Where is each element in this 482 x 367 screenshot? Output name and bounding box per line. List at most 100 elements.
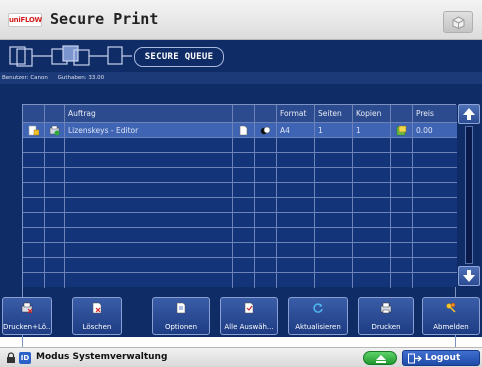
scroll-up-button[interactable] (458, 104, 480, 124)
row-color-cell (255, 123, 277, 138)
lock-icon (7, 352, 15, 363)
empty-cell (353, 183, 391, 198)
col-header-status (45, 105, 65, 122)
empty-cell (255, 153, 277, 168)
empty-cell (413, 168, 457, 183)
refresh-icon (313, 303, 323, 313)
empty-cell (353, 198, 391, 213)
arrow-up-icon (463, 108, 475, 120)
delete-label: Löschen (82, 323, 112, 331)
options-label: Optionen (164, 323, 198, 331)
empty-cell (353, 243, 391, 258)
refresh-button[interactable]: Aktualisieren (288, 297, 348, 335)
col-header-job[interactable]: Auftrag (65, 105, 233, 122)
col-header-copies[interactable]: Kopien (353, 105, 391, 122)
empty-cell (233, 153, 255, 168)
print-delete-button[interactable]: Drucken+Lö... (2, 297, 52, 335)
empty-cell (45, 153, 65, 168)
empty-cell (391, 213, 413, 228)
empty-cell (391, 273, 413, 288)
scroll-track[interactable] (465, 126, 473, 264)
empty-cell (23, 213, 45, 228)
empty-cell (391, 228, 413, 243)
empty-cell (233, 183, 255, 198)
delete-button[interactable]: Löschen (72, 297, 122, 335)
empty-cell (315, 183, 353, 198)
secure-queue-tab[interactable]: SECURE QUEUE (134, 47, 224, 67)
col-header-format[interactable]: Format (277, 105, 315, 122)
empty-cell (45, 183, 65, 198)
corner-button[interactable] (443, 11, 473, 33)
empty-cell (391, 153, 413, 168)
action-bar: Drucken+Lö... Löschen Optionen Alle Ausw… (0, 293, 482, 337)
table-row[interactable] (23, 212, 457, 228)
empty-cell (413, 243, 457, 258)
empty-cell (315, 243, 353, 258)
table-row[interactable] (23, 227, 457, 243)
empty-cell (353, 258, 391, 273)
table-row[interactable] (23, 152, 457, 168)
table-row[interactable] (23, 167, 457, 183)
logout-button[interactable]: Logout (402, 350, 480, 366)
col-header-pages[interactable]: Seiten (315, 105, 353, 122)
empty-cell (353, 153, 391, 168)
empty-cell (45, 168, 65, 183)
empty-cell (277, 153, 315, 168)
row-finishing-cell (391, 123, 413, 138)
empty-cell (315, 258, 353, 273)
empty-cell (233, 273, 255, 288)
empty-cell (45, 273, 65, 288)
empty-cell (255, 168, 277, 183)
empty-cell (45, 138, 65, 153)
table-row[interactable] (23, 257, 457, 273)
empty-cell (353, 138, 391, 153)
arrow-down-icon (463, 270, 475, 282)
table-row[interactable]: Lizenskeys - Editor A4 1 1 0.00 (23, 122, 457, 138)
empty-cell (65, 168, 233, 183)
col-header-price[interactable]: Preis (413, 105, 457, 122)
empty-cell (315, 168, 353, 183)
empty-cell (391, 183, 413, 198)
empty-cell (45, 213, 65, 228)
empty-cell (353, 168, 391, 183)
scroll-down-button[interactable] (458, 266, 480, 286)
options-button[interactable]: Optionen (152, 297, 210, 335)
user-info: Benutzer: Canon Guthaben: 33.00 (0, 72, 482, 84)
empty-cell (255, 138, 277, 153)
empty-cell (255, 198, 277, 213)
empty-cell (45, 228, 65, 243)
empty-cell (65, 228, 233, 243)
table-row[interactable] (23, 242, 457, 258)
select-all-icon (244, 302, 254, 314)
table-row[interactable] (23, 197, 457, 213)
logout-keys-label: Abmelden (433, 323, 469, 331)
refresh-label: Aktualisieren (295, 323, 341, 331)
table-row[interactable] (23, 272, 457, 288)
row-status-cell (45, 123, 65, 138)
eject-button[interactable] (363, 351, 397, 365)
logout-keys-button[interactable]: Abmelden (422, 297, 480, 335)
empty-cell (23, 273, 45, 288)
queue-stack-icon (9, 45, 132, 67)
empty-cell (65, 243, 233, 258)
app-title: Secure Print (50, 10, 159, 28)
empty-cell (277, 228, 315, 243)
table-row[interactable] (23, 137, 457, 153)
row-type-cell (23, 123, 45, 138)
empty-cell (277, 258, 315, 273)
empty-cell (413, 183, 457, 198)
empty-cell (353, 273, 391, 288)
table-row[interactable] (23, 182, 457, 198)
empty-cell (413, 213, 457, 228)
logout-label: Logout (425, 353, 461, 363)
empty-cell (353, 213, 391, 228)
options-icon (176, 302, 186, 314)
empty-cell (277, 273, 315, 288)
print-button[interactable]: Drucken (358, 297, 414, 335)
empty-cell (23, 183, 45, 198)
empty-cell (255, 213, 277, 228)
user-name: Benutzer: Canon (2, 75, 48, 81)
empty-cell (233, 198, 255, 213)
select-all-button[interactable]: Alle Auswäh... (220, 297, 278, 335)
print-label: Drucken (371, 323, 401, 331)
